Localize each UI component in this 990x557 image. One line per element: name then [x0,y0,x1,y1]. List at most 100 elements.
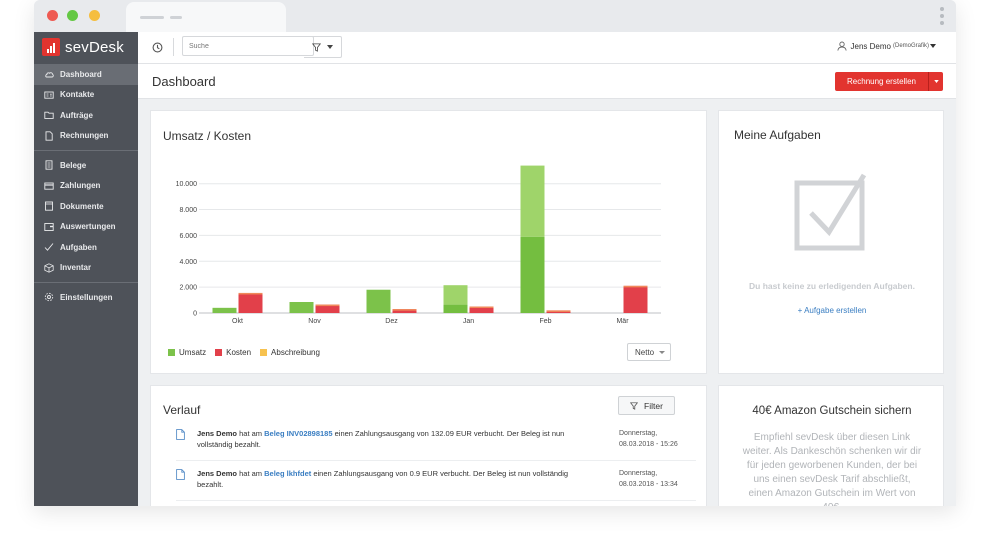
sidebar-item-label: Aufgaben [60,242,97,252]
history-filter-label: Filter [644,400,663,411]
file-icon [44,131,54,141]
sidebar-nav: Dashboard Kontakte Aufträge Rechnungen Beleg… [34,64,138,308]
bar-kosten-cap [469,306,494,309]
x-tick-label: Jan [463,318,474,325]
x-tick-label: Okt [232,318,243,325]
net-gross-value: Netto [635,347,655,357]
legend-swatch [168,349,175,356]
tasks-empty-message: Du hast keine zu erledigenden Aufgaben. [749,281,915,291]
sidebar-item-rechnungen[interactable]: Rechnungen [34,126,138,147]
bar-kosten [238,292,263,313]
add-task-link[interactable]: + Aufgabe erstellen [719,306,945,315]
sidebar-item-inventar[interactable]: Inventar [34,258,138,279]
close-window-button[interactable] [47,10,58,21]
user-menu[interactable]: Jens Demo (DemoGrafik) [836,41,936,51]
funnel-icon [312,42,321,52]
legend-item[interactable]: Kosten [215,348,251,357]
history-filter-button[interactable]: Filter [618,396,675,415]
checkbox-checked-icon [794,173,867,251]
more-options-icon[interactable] [940,7,944,28]
bar-umsatz-segment [443,285,468,305]
document-icon [176,429,185,443]
topbar: Jens Demo (DemoGrafik) [138,32,956,64]
history-entry-datetime: 08.03.2018 - 15:26 [619,441,678,448]
caret-down-icon [659,351,665,354]
history-divider [176,500,696,501]
sidebar-item-label: Einstellungen [60,292,113,302]
legend-swatch [260,349,268,356]
history-entry-link[interactable]: Beleg lkhfdet [264,469,311,478]
bar-umsatz [366,289,391,313]
bar-kosten-cap [546,310,571,312]
tasks-card: Meine Aufgaben Du hast keine zu erledige… [718,110,944,374]
sidebar-item-auswertungen[interactable]: Auswertungen [34,217,138,238]
create-invoice-dropdown[interactable] [928,72,943,91]
legend-swatch [215,349,223,356]
sidebar-item-label: Zahlungen [60,181,101,191]
history-entry-day: Donnerstag, [619,430,658,437]
sidebar-item-label: Aufträge [60,110,93,120]
sidebar-item-label: Belege [60,160,87,170]
y-tick-label: 8.000 [179,207,197,214]
bar-kosten-cap [623,285,648,288]
sidebar-item-zahlungen[interactable]: Zahlungen [34,176,138,197]
revenue-chart: 0 2.000 4.000 6.000 8.000 10.000 Okt Nov Dez Jan F… [176,165,661,325]
bar-umsatz [520,236,545,313]
box-icon [44,263,54,273]
legend-label: Abschreibung [271,348,320,357]
bar-umsatz-segment [520,165,545,237]
brand-logo[interactable]: sevDesk [42,37,124,57]
divider [173,38,174,56]
y-tick-label: 0 [193,311,197,318]
credit-card-icon [44,181,54,191]
create-invoice-button[interactable]: Rechnung erstellen [835,72,943,91]
history-entry-datetime: 08.03.2018 - 13:34 [619,481,678,488]
history-entry-user: Jens Demo [197,429,238,438]
sidebar-item-label: Auswertungen [60,222,116,232]
app-window: sevDesk Dashboard Kontakte Aufträge Rechnun… [34,0,956,506]
cloud-icon [44,69,54,79]
promo-title: 40€ Amazon Gutschein sichern [752,405,912,417]
history-entry-day: Donnerstag, [619,470,658,477]
history-entry-link[interactable]: Beleg INV02898185 [264,429,332,438]
caret-down-icon [930,44,936,48]
bar-kosten-cap [392,309,417,311]
sidebar-item-kontakte[interactable]: Kontakte [34,85,138,106]
bar-umsatz [443,304,468,313]
sidebar-item-auftraege[interactable]: Aufträge [34,105,138,126]
legend-item[interactable]: Abschreibung [260,348,320,357]
y-tick-label: 4.000 [179,259,197,266]
x-tick-label: Dez [385,318,398,325]
user-company: (DemoGrafik) [892,43,929,49]
minimize-window-button[interactable] [67,10,78,21]
legend-item[interactable]: Umsatz [168,348,206,357]
maximize-window-button[interactable] [89,10,100,21]
funnel-icon [630,401,639,410]
checkmark-icon [44,242,54,252]
bar-umsatz [212,307,237,313]
browser-tab[interactable] [126,2,286,32]
legend-label: Kosten [226,348,252,357]
history-clock-icon[interactable] [152,40,163,58]
search-filter-button[interactable] [304,36,342,58]
history-entry-date: Donnerstag, 08.03.2018 - 13:34 [619,468,709,490]
history-entry-pre: hat am [237,429,265,438]
sidebar-item-aufgaben[interactable]: Aufgaben [34,237,138,258]
sidebar-item-einstellungen[interactable]: Einstellungen [34,287,138,308]
sidebar-item-dokumente[interactable]: Dokumente [34,196,138,217]
create-invoice-label: Rechnung erstellen [847,77,916,86]
legend-label: Umsatz [179,348,207,357]
sidebar-item-belege[interactable]: Belege [34,155,138,176]
sidebar-item-label: Kontakte [60,90,95,100]
history-entry-text: Jens Demo hat am Beleg lkhfdet einen Zah… [197,468,587,490]
sidebar-item-dashboard[interactable]: Dashboard [34,64,138,85]
search-input[interactable] [182,36,314,56]
report-icon [44,222,54,232]
browser-titlebar [34,0,956,32]
bar-kosten-cap [315,304,340,307]
sidebar-divider [34,282,138,283]
net-gross-select[interactable]: Netto [627,343,671,361]
history-entry-user: Jens Demo [197,469,238,478]
bar-kosten-cap [238,292,263,295]
x-tick-label: Nov [308,318,321,325]
